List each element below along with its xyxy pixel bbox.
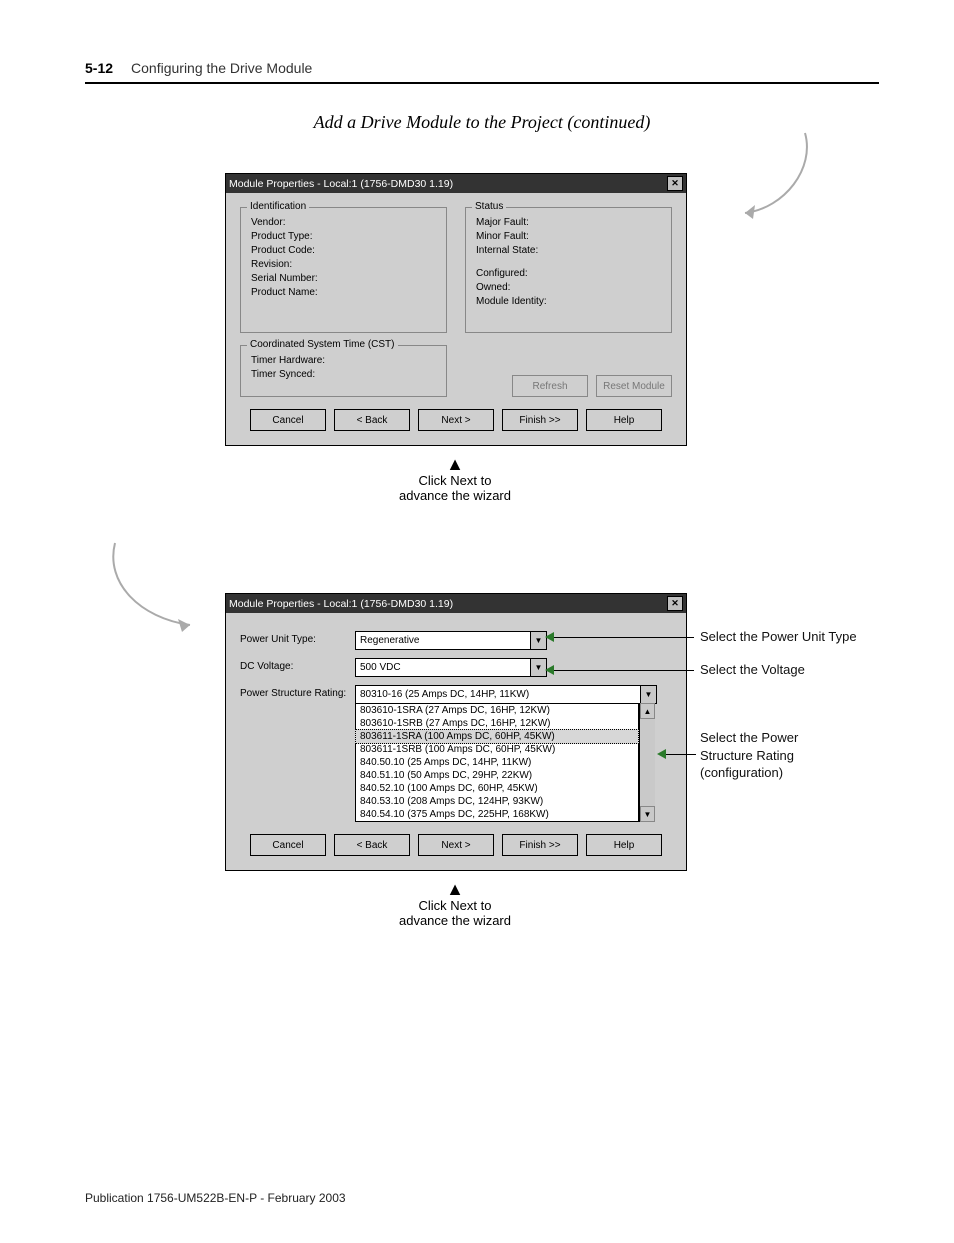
label-product-type: Product Type: (251, 231, 436, 242)
dialog-title: Module Properties - Local:1 (1756-DMD30 … (229, 598, 453, 610)
label-internal-state: Internal State: (476, 245, 661, 256)
group-cst-title: Coordinated System Time (CST) (247, 339, 398, 350)
leader-line (554, 670, 694, 671)
cancel-button[interactable]: Cancel (250, 834, 326, 856)
dc-voltage-select[interactable]: 500 VDC ▼ (355, 658, 547, 677)
annotation-power-unit-type: Select the Power Unit Type (700, 629, 857, 644)
list-item[interactable]: 803611-1SRA (100 Amps DC, 60HP, 45KW) (355, 729, 639, 744)
pointer-left-icon (545, 665, 554, 675)
list-item[interactable]: 840.50.10 (25 Amps DC, 14HP, 11KW) (356, 756, 638, 769)
list-item[interactable]: 803610-1SRA (27 Amps DC, 16HP, 12KW) (356, 704, 638, 717)
chevron-up-icon[interactable]: ▲ (640, 703, 655, 719)
close-icon[interactable]: ✕ (667, 176, 683, 191)
label-power-structure-rating: Power Structure Rating: (240, 685, 355, 699)
label-power-unit-type: Power Unit Type: (240, 631, 355, 645)
reset-module-button[interactable]: Reset Module (596, 375, 672, 397)
dc-voltage-value: 500 VDC (356, 662, 530, 673)
power-unit-type-select[interactable]: Regenerative ▼ (355, 631, 547, 650)
power-structure-rating-value: 80310-16 (25 Amps DC, 14HP, 11KW) (356, 689, 640, 700)
next-button[interactable]: Next > (418, 834, 494, 856)
finish-button[interactable]: Finish >> (502, 409, 578, 431)
chevron-down-icon[interactable]: ▼ (530, 632, 546, 649)
curved-arrow-icon (730, 123, 820, 243)
help-button[interactable]: Help (586, 834, 662, 856)
list-item[interactable]: 840.51.10 (50 Amps DC, 29HP, 22KW) (356, 769, 638, 782)
list-item[interactable]: 840.53.10 (208 Amps DC, 124HP, 93KW) (356, 795, 638, 808)
power-unit-type-value: Regenerative (356, 635, 530, 646)
group-identification-title: Identification (247, 201, 309, 212)
back-button[interactable]: < Back (334, 834, 410, 856)
power-structure-rating-select[interactable]: 80310-16 (25 Amps DC, 14HP, 11KW) ▼ (355, 685, 657, 704)
refresh-button[interactable]: Refresh (512, 375, 588, 397)
dialog-module-properties-1: Module Properties - Local:1 (1756-DMD30 … (225, 173, 687, 446)
finish-button[interactable]: Finish >> (502, 834, 578, 856)
label-module-identity: Module Identity: (476, 296, 661, 307)
page-number: 5-12 (85, 60, 113, 76)
label-serial-number: Serial Number: (251, 273, 436, 284)
figure-caption: ▲ Click Next to advance the wizard (225, 883, 685, 928)
power-structure-rating-list[interactable]: 803610-1SRA (27 Amps DC, 16HP, 12KW) 803… (355, 703, 639, 822)
next-button[interactable]: Next > (418, 409, 494, 431)
label-owned: Owned: (476, 282, 661, 293)
list-item[interactable]: 840.52.10 (100 Amps DC, 60HP, 45KW) (356, 782, 638, 795)
annotation-voltage: Select the Voltage (700, 662, 805, 677)
leader-line (554, 637, 694, 638)
curved-arrow-icon (95, 533, 205, 653)
chevron-down-icon[interactable]: ▼ (640, 686, 656, 703)
dialog-module-properties-2: Module Properties - Local:1 (1756-DMD30 … (225, 593, 687, 871)
cancel-button[interactable]: Cancel (250, 409, 326, 431)
divider (85, 82, 879, 84)
pointer-left-icon (545, 632, 554, 642)
pointer-left-icon (657, 749, 666, 759)
group-status-title: Status (472, 201, 506, 212)
dialog-title: Module Properties - Local:1 (1756-DMD30 … (229, 178, 453, 190)
chevron-down-icon[interactable]: ▼ (640, 806, 655, 822)
back-button[interactable]: < Back (334, 409, 410, 431)
label-dc-voltage: DC Voltage: (240, 658, 355, 672)
label-minor-fault: Minor Fault: (476, 231, 661, 242)
label-revision: Revision: (251, 259, 436, 270)
label-vendor: Vendor: (251, 217, 436, 228)
close-icon[interactable]: ✕ (667, 596, 683, 611)
label-timer-hardware: Timer Hardware: (251, 355, 436, 366)
figure-2: Module Properties - Local:1 (1756-DMD30 … (225, 593, 879, 928)
scrollbar[interactable]: ▲ ▼ (639, 703, 655, 822)
arrow-up-icon: ▲ (446, 454, 464, 474)
figure-1: Module Properties - Local:1 (1756-DMD30 … (225, 173, 879, 503)
annotation-power-structure-rating: Select the Power Structure Rating (confi… (700, 729, 798, 782)
label-configured: Configured: (476, 268, 661, 279)
publication-footer: Publication 1756-UM522B-EN-P - February … (85, 1191, 346, 1205)
chevron-down-icon[interactable]: ▼ (530, 659, 546, 676)
arrow-up-icon: ▲ (446, 879, 464, 899)
list-item[interactable]: 803611-1SRB (100 Amps DC, 60HP, 45KW) (356, 743, 638, 756)
label-timer-synced: Timer Synced: (251, 369, 436, 380)
leader-line (666, 754, 696, 755)
label-product-code: Product Code: (251, 245, 436, 256)
help-button[interactable]: Help (586, 409, 662, 431)
label-product-name: Product Name: (251, 287, 436, 298)
label-major-fault: Major Fault: (476, 217, 661, 228)
chapter-title: Configuring the Drive Module (131, 60, 312, 76)
figure-caption: ▲ Click Next to advance the wizard (225, 458, 685, 503)
list-item[interactable]: 840.54.10 (375 Amps DC, 225HP, 168KW) (356, 808, 638, 821)
